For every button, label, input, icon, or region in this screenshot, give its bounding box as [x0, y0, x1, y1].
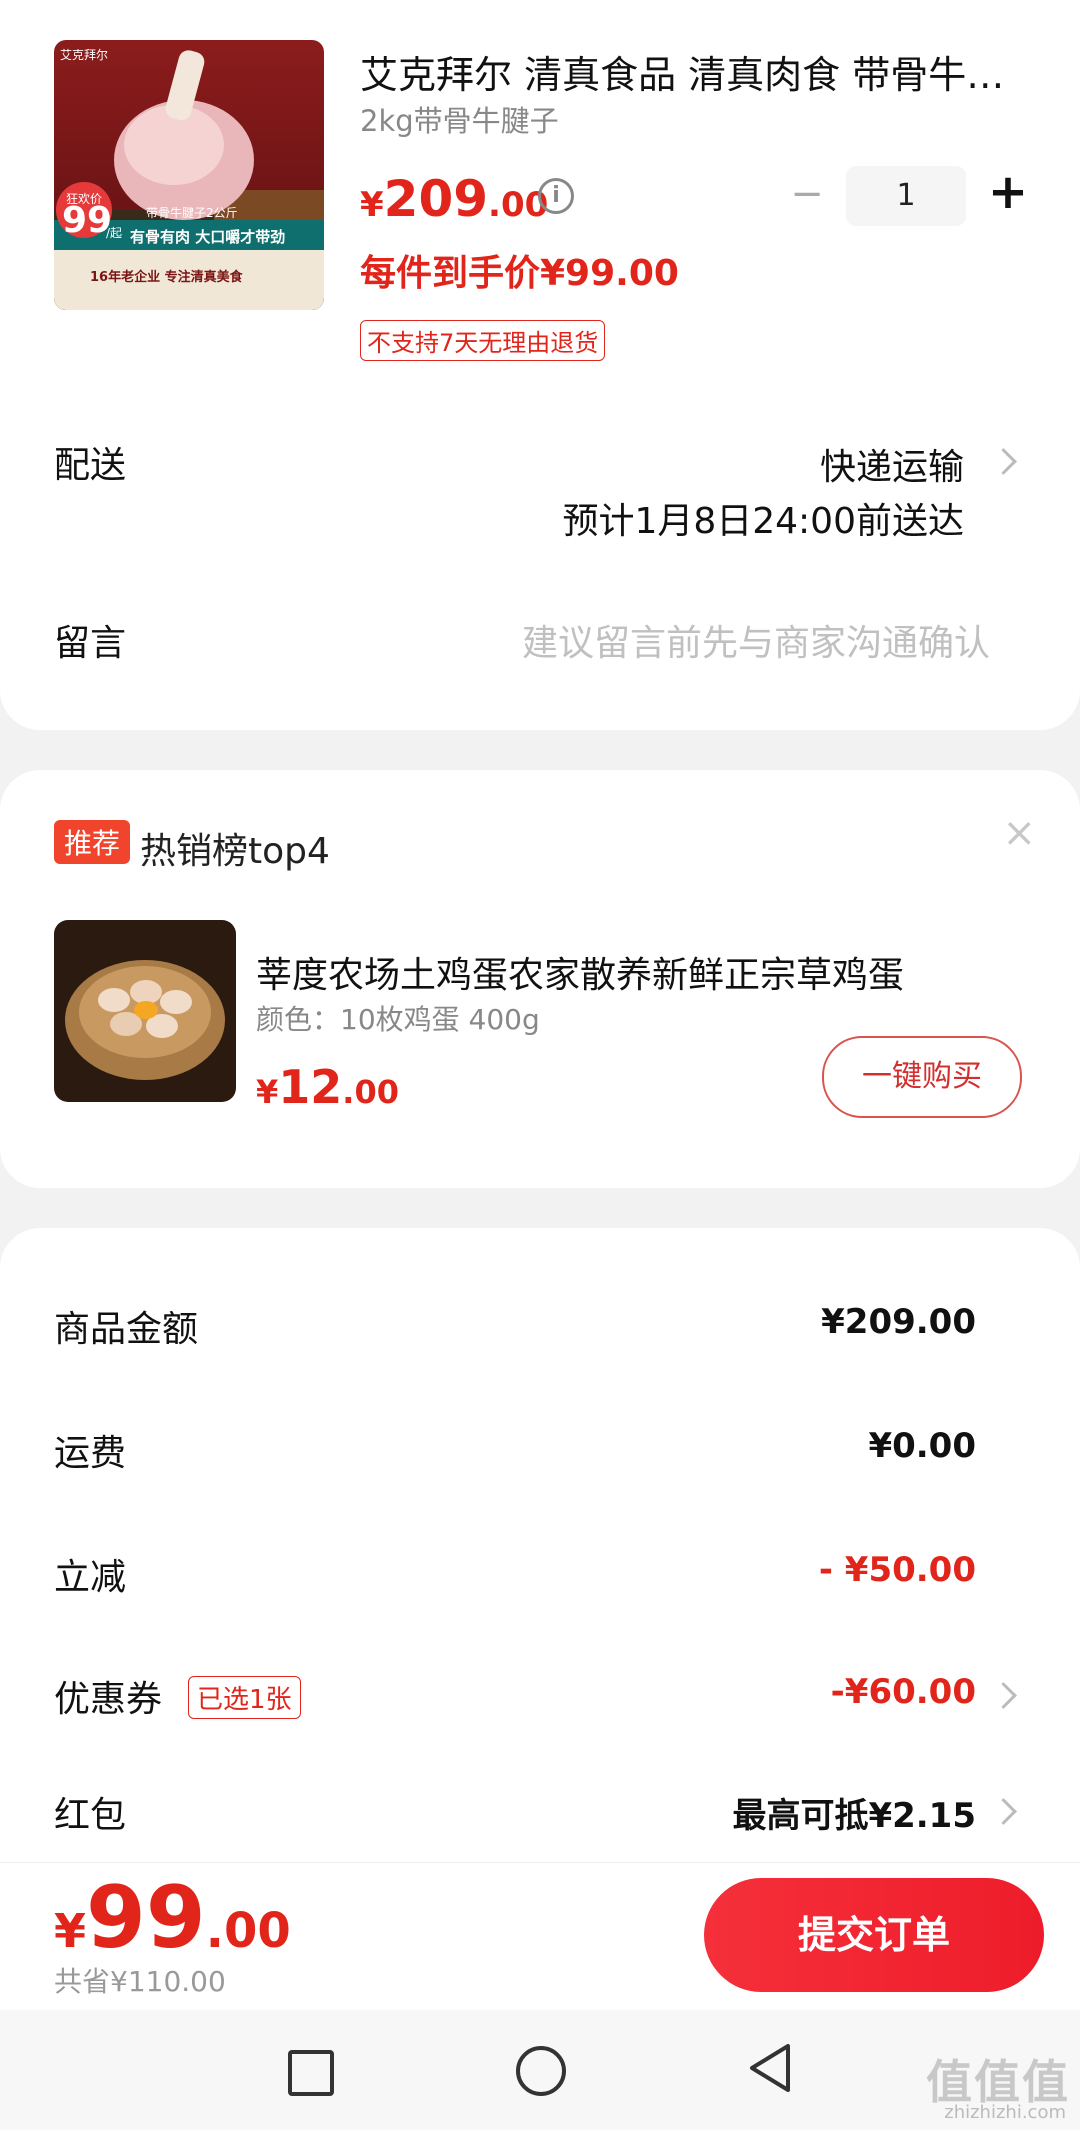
shipping-value: ¥0.00	[868, 1426, 976, 1466]
recommend-title: 热销榜top4	[140, 831, 330, 872]
delivery-label: 配送	[54, 445, 127, 486]
image-brand-text: 艾克拜尔	[60, 48, 109, 62]
image-line1: 带骨牛腱子2公斤	[146, 206, 238, 220]
rec-price-integer: 12	[278, 1060, 343, 1114]
product-image[interactable]: 艾克拜尔 狂欢价 99 /起 带骨牛腱子2公斤 有骨有肉 大口嚼才带劲 16年老…	[54, 40, 324, 310]
total-decimal: .00	[205, 1903, 291, 1959]
info-icon[interactable]: i	[538, 178, 574, 214]
recommend-item-name[interactable]: 莘度农场土鸡蛋农家散养新鲜正宗草鸡蛋	[256, 946, 1026, 998]
egg-basket-art	[54, 920, 236, 1102]
watermark-url: zhizhizhi.com	[944, 2102, 1066, 2123]
image-line3: 16年老企业 专注清真美食	[90, 270, 243, 285]
image-badge-num: 99	[62, 200, 113, 241]
recommend-item-image[interactable]	[54, 920, 236, 1102]
goods-amount-value: ¥209.00	[821, 1302, 976, 1342]
rec-price-symbol: ¥	[256, 1073, 279, 1111]
product-title[interactable]: 艾克拜尔 清真食品 清真肉食 带骨牛腱子	[360, 44, 1020, 99]
coupon-value[interactable]: -¥60.00	[831, 1672, 976, 1712]
quantity-minus-button[interactable]: −	[787, 174, 827, 216]
per-item-price: 每件到手价¥99.00	[360, 253, 679, 294]
total-price: ¥99.00	[54, 1868, 291, 1968]
goods-amount-label: 商品金额	[54, 1309, 199, 1350]
coupon-label[interactable]: 优惠券	[54, 1670, 162, 1722]
discount-label: 立减	[54, 1557, 127, 1598]
price-integer: 209	[383, 170, 489, 228]
close-icon[interactable]: ×	[1002, 810, 1036, 856]
recommend-badge: 推荐	[54, 820, 131, 864]
redpacket-value[interactable]: 最高可抵¥2.15	[732, 1788, 976, 1837]
one-click-buy-button[interactable]: 一键购买	[822, 1036, 1022, 1118]
delivery-eta: 预计1月8日24:00前送达	[562, 501, 964, 542]
price-symbol: ¥	[360, 185, 384, 225]
recommend-item-price: ¥12.00	[256, 1060, 399, 1114]
back-icon[interactable]	[746, 2042, 794, 2094]
total-symbol: ¥	[54, 1904, 87, 1958]
home-icon[interactable]	[516, 2046, 566, 2096]
coupon-selected-tag[interactable]: 已选1张	[188, 1676, 301, 1719]
submit-order-button[interactable]: 提交订单	[704, 1878, 1044, 1992]
discount-value: - ¥50.00	[818, 1550, 976, 1590]
saved-amount: 共省¥110.00	[54, 1965, 226, 1998]
remark-input[interactable]: 建议留言前先与商家沟通确认	[522, 614, 990, 666]
delivery-method[interactable]: 快递运输	[820, 438, 964, 490]
quantity-input[interactable]: 1	[846, 166, 966, 226]
product-price: ¥209.00	[360, 170, 548, 228]
redpacket-label[interactable]: 红包	[54, 1786, 126, 1838]
rec-price-decimal: .00	[342, 1073, 399, 1111]
total-integer: 99	[86, 1868, 206, 1968]
image-line2: 有骨有肉 大口嚼才带劲	[130, 228, 286, 246]
recent-apps-icon[interactable]	[288, 2050, 334, 2096]
remark-label: 留言	[54, 623, 127, 664]
image-badge-unit: /起	[106, 226, 123, 240]
shipping-label: 运费	[54, 1433, 127, 1474]
return-policy-tag: 不支持7天无理由退货	[360, 320, 606, 361]
product-spec: 2kg带骨牛腱子	[360, 104, 559, 138]
quantity-plus-button[interactable]: +	[986, 168, 1030, 218]
recommend-item-spec: 颜色：10枚鸡蛋 400g	[256, 1003, 540, 1036]
